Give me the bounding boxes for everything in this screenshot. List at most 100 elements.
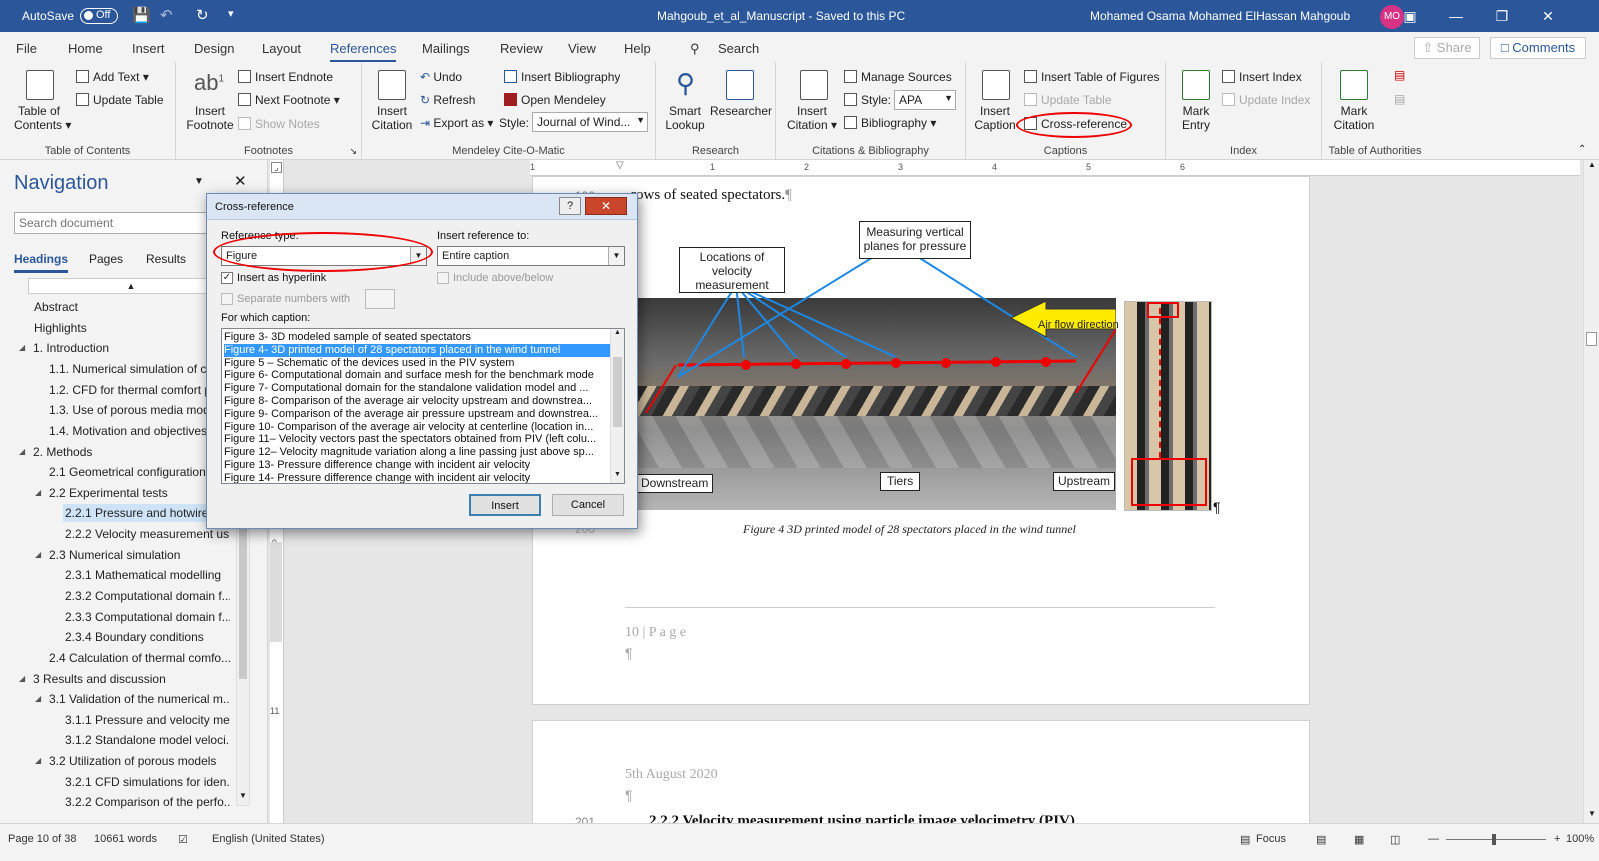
caption-list-item[interactable]: Figure 3- 3D modeled sample of seated sp…	[224, 331, 610, 344]
tell-me-search[interactable]: Search	[718, 41, 759, 56]
mark-citation-button[interactable]: Mark Citation	[1330, 104, 1378, 132]
caption-list-item[interactable]: Figure 8- Comparison of the average air …	[224, 395, 610, 408]
nav-heading-item[interactable]: 3.1.1 Pressure and velocity me...	[63, 711, 230, 729]
tab-file[interactable]: File	[16, 41, 37, 56]
horizontal-ruler[interactable]: 1 2 3 4 5 6 1 ▽	[530, 160, 1580, 176]
nav-heading-item[interactable]: 2. Methods	[31, 443, 230, 461]
tab-review[interactable]: Review	[500, 41, 543, 56]
add-text-button[interactable]: Add Text ▾	[76, 70, 149, 84]
user-name[interactable]: Mohamed Osama Mohamed ElHassan Mahgoub	[1090, 9, 1350, 23]
nav-heading-item[interactable]: 2.1 Geometrical configuration	[47, 463, 230, 481]
nav-heading-item[interactable]: 2.3.1 Mathematical modelling	[63, 566, 230, 584]
caption-list-item[interactable]: Figure 10- Comparison of the average air…	[224, 421, 610, 434]
nav-heading-item[interactable]: 3 Results and discussion	[31, 670, 230, 688]
zoom-slider[interactable]	[1446, 834, 1546, 845]
expand-triangle-icon[interactable]: ◢	[19, 447, 25, 456]
nav-tab-pages[interactable]: Pages	[89, 252, 123, 266]
document-page[interactable]: 5th August 2020 ¶ 201 2.2.2 Velocity mea…	[532, 720, 1310, 823]
tab-layout[interactable]: Layout	[262, 41, 301, 56]
nav-heading-item[interactable]: 3.2.2 Comparison of the perfo...	[63, 793, 230, 811]
nav-heading-item[interactable]: 2.4 Calculation of thermal comfo...	[47, 649, 230, 667]
zoom-slider-thumb[interactable]	[1492, 834, 1496, 845]
insert-endnote-button[interactable]: Insert Endnote	[238, 70, 333, 84]
mendeley-insert-citation-button[interactable]: Insert Citation	[366, 104, 418, 132]
insert-table-of-figures-button[interactable]: Insert Table of Figures	[1024, 70, 1160, 84]
tab-mailings[interactable]: Mailings	[422, 41, 470, 56]
caption-list-item[interactable]: Figure 6- Computational domain and surfa…	[224, 369, 610, 382]
update-toa-icon[interactable]: ▤	[1394, 92, 1405, 106]
nav-heading-item[interactable]: 3.1.2 Standalone model veloci...	[63, 731, 230, 749]
nav-heading-item[interactable]: 2.2 Experimental tests	[47, 484, 230, 502]
comments-button[interactable]: □ Comments	[1490, 37, 1586, 59]
next-footnote-button[interactable]: Next Footnote ▾	[238, 93, 340, 107]
nav-tab-headings[interactable]: Headings	[14, 252, 69, 273]
autosave-toggle[interactable]: Off	[80, 8, 118, 24]
caption-list-item[interactable]: Figure 13- Pressure difference change wi…	[224, 459, 610, 472]
update-table-of-figures-button[interactable]: Update Table	[1024, 93, 1112, 107]
tab-view[interactable]: View	[568, 41, 596, 56]
insert-index-button[interactable]: Insert Index	[1222, 70, 1302, 84]
tab-references[interactable]: References	[330, 41, 397, 63]
insert-bibliography-button[interactable]: Insert Bibliography	[504, 70, 620, 84]
expand-triangle-icon[interactable]: ◢	[35, 550, 41, 559]
word-count[interactable]: 10661 words	[94, 833, 157, 845]
mendeley-style-select[interactable]: Journal of Wind... ▼	[532, 112, 648, 132]
caption-scroll-thumb[interactable]	[613, 357, 622, 427]
zoom-in-icon[interactable]: +	[1554, 833, 1560, 845]
separate-numbers-checkbox[interactable]	[221, 293, 233, 305]
manage-sources-button[interactable]: Manage Sources	[844, 70, 952, 84]
nav-heading-item[interactable]: 3.2.1 CFD simulations for iden...	[63, 773, 230, 791]
nav-heading-item[interactable]: 2.2.2 Velocity measurement us...	[63, 525, 230, 543]
restore-icon[interactable]: ❐	[1479, 0, 1525, 32]
bibliography-button[interactable]: Bibliography ▾	[844, 116, 936, 130]
export-as-button[interactable]: ⇥ Export as ▾	[420, 116, 493, 130]
expand-triangle-icon[interactable]: ◢	[19, 343, 25, 352]
insert-footnote-button[interactable]: Insert Footnote	[184, 104, 236, 132]
nav-heading-item[interactable]: 2.2.1 Pressure and hotwire v...	[63, 504, 230, 522]
nav-heading-item[interactable]: 1.2. CFD for thermal comfort p...	[47, 381, 230, 399]
print-layout-icon[interactable]: ▦	[1354, 833, 1364, 846]
update-index-button[interactable]: Update Index	[1222, 93, 1310, 107]
document-page[interactable]: 199 rows of seated spectators.¶ Location…	[532, 176, 1310, 705]
zoom-out-icon[interactable]: —	[1428, 833, 1439, 845]
scroll-down-icon[interactable]: ▼	[237, 791, 249, 805]
caption-list-item[interactable]: Figure 12– Velocity magnitude variation …	[224, 446, 610, 459]
caption-list[interactable]: ▲ ▼ Figure 3- 3D modeled sample of seate…	[221, 328, 625, 484]
nav-heading-item[interactable]: Abstract	[32, 298, 230, 316]
expand-triangle-icon[interactable]: ◢	[19, 674, 25, 683]
caption-list-item[interactable]: Figure 9- Comparison of the average air …	[224, 408, 610, 421]
cancel-button[interactable]: Cancel	[552, 494, 624, 516]
researcher-button[interactable]: Researcher	[710, 104, 772, 118]
web-layout-icon[interactable]: ◫	[1390, 833, 1400, 846]
nav-close-icon[interactable]: ✕	[234, 172, 247, 190]
collapse-ribbon-icon[interactable]: ⌃	[1578, 144, 1586, 155]
nav-options-icon[interactable]: ▼	[194, 176, 204, 187]
caption-list-item[interactable]: Figure 4- 3D printed model of 28 spectat…	[224, 343, 610, 357]
caption-list-item[interactable]: Figure 7- Computational domain for the s…	[224, 382, 610, 395]
table-of-contents-button[interactable]: Table of Contents ▾	[14, 104, 71, 132]
insert-citation-button[interactable]: Insert Citation ▾	[784, 104, 840, 132]
proofing-icon[interactable]: ☑	[178, 833, 188, 846]
insert-caption-button[interactable]: Insert Caption	[970, 104, 1020, 132]
share-button[interactable]: ⇧ Share	[1414, 37, 1480, 59]
undo-button[interactable]: ↶ Undo	[420, 70, 462, 84]
expand-triangle-icon[interactable]: ◢	[35, 756, 41, 765]
caption-list-item[interactable]: Figure 5 – Schematic of the devices used…	[224, 357, 610, 370]
nav-heading-item[interactable]: 2.3.4 Boundary conditions	[63, 628, 230, 646]
nav-heading-item[interactable]: 3.2 Utilization of porous models	[47, 752, 230, 770]
focus-mode[interactable]: Focus	[1256, 833, 1286, 845]
nav-heading-item[interactable]: 3.1 Validation of the numerical m...	[47, 690, 230, 708]
dialog-close-icon[interactable]: ✕	[585, 197, 627, 215]
caption-list-scrollbar[interactable]: ▲ ▼	[610, 329, 624, 483]
page-count[interactable]: Page 10 of 38	[8, 833, 77, 845]
smart-lookup-button[interactable]: Smart Lookup	[662, 104, 708, 132]
nav-heading-item[interactable]: 2.3.2 Computational domain f...	[63, 587, 230, 605]
read-mode-icon[interactable]: ▤	[1316, 833, 1326, 846]
scroll-up-icon[interactable]: ▲	[611, 329, 624, 341]
zoom-level[interactable]: 100%	[1566, 833, 1594, 845]
nav-tab-results[interactable]: Results	[146, 252, 186, 266]
expand-triangle-icon[interactable]: ◢	[35, 488, 41, 497]
scroll-down-icon[interactable]: ▼	[611, 471, 624, 483]
citation-style-select[interactable]: APA ▼	[894, 90, 956, 110]
nav-heading-item[interactable]: 1. Introduction	[31, 339, 230, 357]
